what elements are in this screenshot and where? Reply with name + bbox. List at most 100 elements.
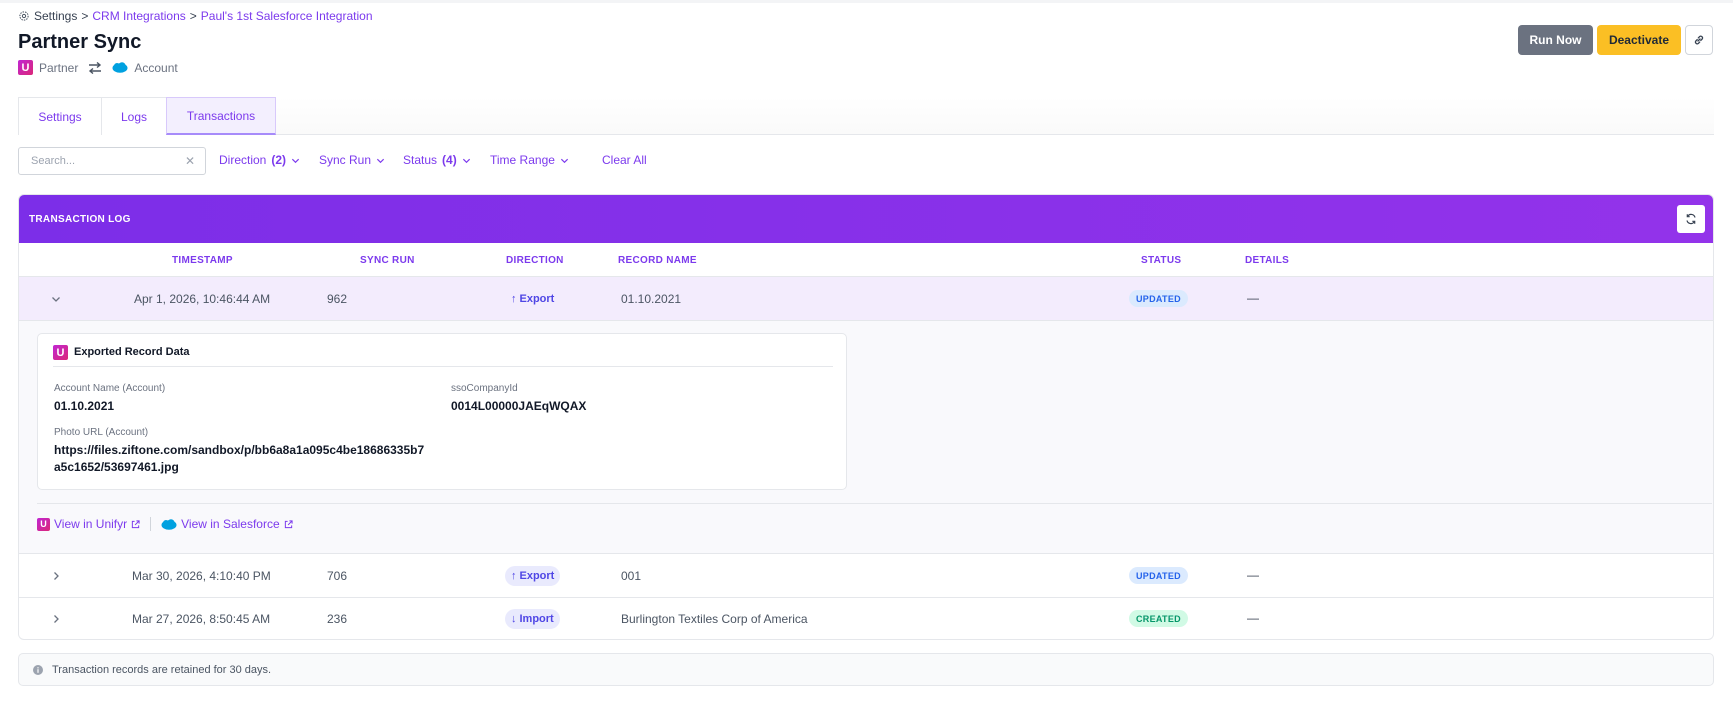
clear-all-button[interactable]: Clear All — [602, 153, 647, 167]
status-badge: CREATED — [1129, 610, 1188, 627]
row-sync-run: 236 — [327, 612, 348, 626]
chevron-down-icon — [291, 158, 300, 163]
breadcrumb-separator: > — [81, 9, 89, 23]
field-label: Account Name (Account) — [54, 383, 166, 394]
sync-run-filter-label: Sync Run — [319, 153, 372, 167]
row-timestamp: Apr 1, 2026, 10:46:44 AM — [134, 292, 271, 306]
gear-icon — [19, 11, 29, 21]
status-filter-label: Status — [403, 153, 438, 167]
page-title: Partner Sync — [18, 31, 142, 53]
row-record-name: 001 — [621, 569, 642, 583]
run-now-button[interactable]: Run Now — [1518, 25, 1593, 55]
field-label: Photo URL (Account) — [54, 427, 149, 438]
source-object-label: Partner — [39, 60, 79, 75]
row-details: — — [1247, 291, 1259, 305]
chevron-down-icon[interactable] — [49, 292, 63, 306]
direction-filter[interactable]: Direction (2) — [219, 153, 300, 167]
column-timestamp[interactable]: TIMESTAMP — [172, 255, 233, 266]
chevron-right-icon[interactable] — [49, 569, 63, 583]
direction-filter-label: Direction — [219, 153, 267, 167]
column-sync-run[interactable]: SYNC RUN — [360, 255, 415, 266]
status-filter[interactable]: Status (4) — [403, 153, 471, 167]
exported-record-card: U Exported Record Data Account Name (Acc… — [37, 333, 847, 490]
copy-link-button[interactable] — [1685, 25, 1713, 55]
sync-mapping: U Partner Account — [18, 60, 178, 75]
import-arrow-icon: ↓ — [511, 613, 517, 625]
table-row[interactable]: Mar 30, 2026, 4:10:40 PM 706 ↑ Export 00… — [19, 554, 1713, 598]
sync-run-filter[interactable]: Sync Run — [319, 153, 385, 167]
breadcrumb-separator: > — [189, 9, 197, 23]
row-record-name: Burlington Textiles Corp of America — [621, 612, 808, 626]
column-record-name[interactable]: RECORD NAME — [618, 255, 697, 266]
direction-badge: ↓ Import — [505, 609, 560, 629]
export-arrow-icon: ↑ — [511, 570, 517, 582]
status-filter-count: (4) — [442, 153, 457, 167]
chevron-down-icon — [560, 158, 568, 163]
external-links: U View in Unifyr View in Salesforce — [37, 517, 293, 531]
salesforce-cloud-icon — [161, 518, 177, 530]
expanded-record-detail: U Exported Record Data Account Name (Acc… — [19, 321, 1713, 554]
search-box: ✕ — [18, 147, 206, 175]
tab-bar: Settings Logs Transactions — [18, 97, 1714, 135]
view-in-unifyr-label: View in Unifyr — [54, 517, 128, 531]
export-arrow-icon: ↑ — [511, 293, 517, 305]
row-details: — — [1247, 611, 1259, 625]
row-timestamp: Mar 27, 2026, 8:50:45 AM — [132, 612, 271, 626]
retention-notice-text: Transaction records are retained for 30 … — [52, 663, 272, 676]
chevron-down-icon — [462, 158, 470, 163]
search-input[interactable] — [31, 148, 181, 174]
direction-badge: ↑ Export — [505, 289, 560, 309]
column-status[interactable]: STATUS — [1141, 255, 1181, 266]
field-value: 01.10.2021 — [54, 399, 115, 413]
breadcrumb: Settings > CRM Integrations > Paul's 1st… — [18, 9, 373, 23]
time-range-filter-label: Time Range — [490, 153, 555, 167]
unifyr-logo-icon: U — [18, 60, 33, 75]
table-row[interactable]: Apr 1, 2026, 10:46:44 AM 962 ↑ Export 01… — [19, 277, 1713, 321]
divider — [37, 503, 1712, 504]
target-object-label: Account — [134, 60, 178, 75]
link-icon — [1694, 35, 1704, 45]
salesforce-cloud-icon — [112, 62, 128, 73]
tab-logs[interactable]: Logs — [101, 97, 167, 135]
external-link-icon — [131, 519, 140, 528]
view-in-unifyr-link[interactable]: U View in Unifyr — [37, 517, 140, 531]
row-sync-run: 706 — [327, 569, 348, 583]
external-link-icon — [284, 519, 293, 528]
breadcrumb-integration-link[interactable]: Paul's 1st Salesforce Integration — [201, 9, 373, 23]
retention-notice: Transaction records are retained for 30 … — [18, 653, 1714, 686]
row-details: — — [1247, 568, 1259, 582]
unifyr-logo-icon: U — [37, 517, 50, 531]
column-details[interactable]: DETAILS — [1245, 255, 1289, 266]
link-separator — [150, 517, 152, 531]
deactivate-button[interactable]: Deactivate — [1597, 25, 1681, 55]
refresh-icon — [1686, 213, 1696, 225]
view-in-salesforce-link[interactable]: View in Salesforce — [161, 517, 293, 531]
direction-label: Import — [519, 613, 554, 625]
chevron-down-icon — [376, 158, 385, 163]
row-record-name: 01.10.2021 — [621, 292, 682, 306]
direction-filter-count: (2) — [271, 153, 287, 167]
time-range-filter[interactable]: Time Range — [490, 153, 569, 167]
table-row[interactable]: Mar 27, 2026, 8:50:45 AM 236 ↓ Import Bu… — [19, 597, 1713, 639]
column-direction[interactable]: DIRECTION — [506, 255, 564, 266]
field-value: 0014L00000JAEqWQAX — [451, 399, 587, 413]
breadcrumb-settings: Settings — [34, 9, 78, 23]
row-timestamp: Mar 30, 2026, 4:10:40 PM — [132, 569, 271, 583]
chevron-right-icon[interactable] — [49, 612, 63, 626]
breadcrumb-crm-integrations-link[interactable]: CRM Integrations — [92, 9, 185, 23]
clear-search-icon[interactable]: ✕ — [185, 154, 195, 168]
transaction-log-title: TRANSACTION LOG — [29, 213, 131, 225]
refresh-button[interactable] — [1677, 205, 1705, 233]
transaction-log-header: TRANSACTION LOG — [19, 195, 1713, 243]
view-in-salesforce-label: View in Salesforce — [181, 517, 280, 531]
direction-label: Export — [519, 293, 555, 305]
top-border — [0, 0, 1733, 3]
status-badge: UPDATED — [1129, 290, 1188, 307]
info-icon — [33, 664, 43, 675]
card-header: U Exported Record Data — [53, 345, 833, 367]
field-value: a5c1652/53697461.jpg — [54, 460, 179, 474]
field-value: https://files.ziftone.com/sandbox/p/bb6a… — [54, 443, 425, 457]
tab-transactions[interactable]: Transactions — [166, 97, 276, 135]
tab-settings[interactable]: Settings — [18, 97, 102, 135]
transaction-log-panel: TRANSACTION LOG TIMESTAMP SYNC RUN DIREC… — [18, 194, 1714, 640]
